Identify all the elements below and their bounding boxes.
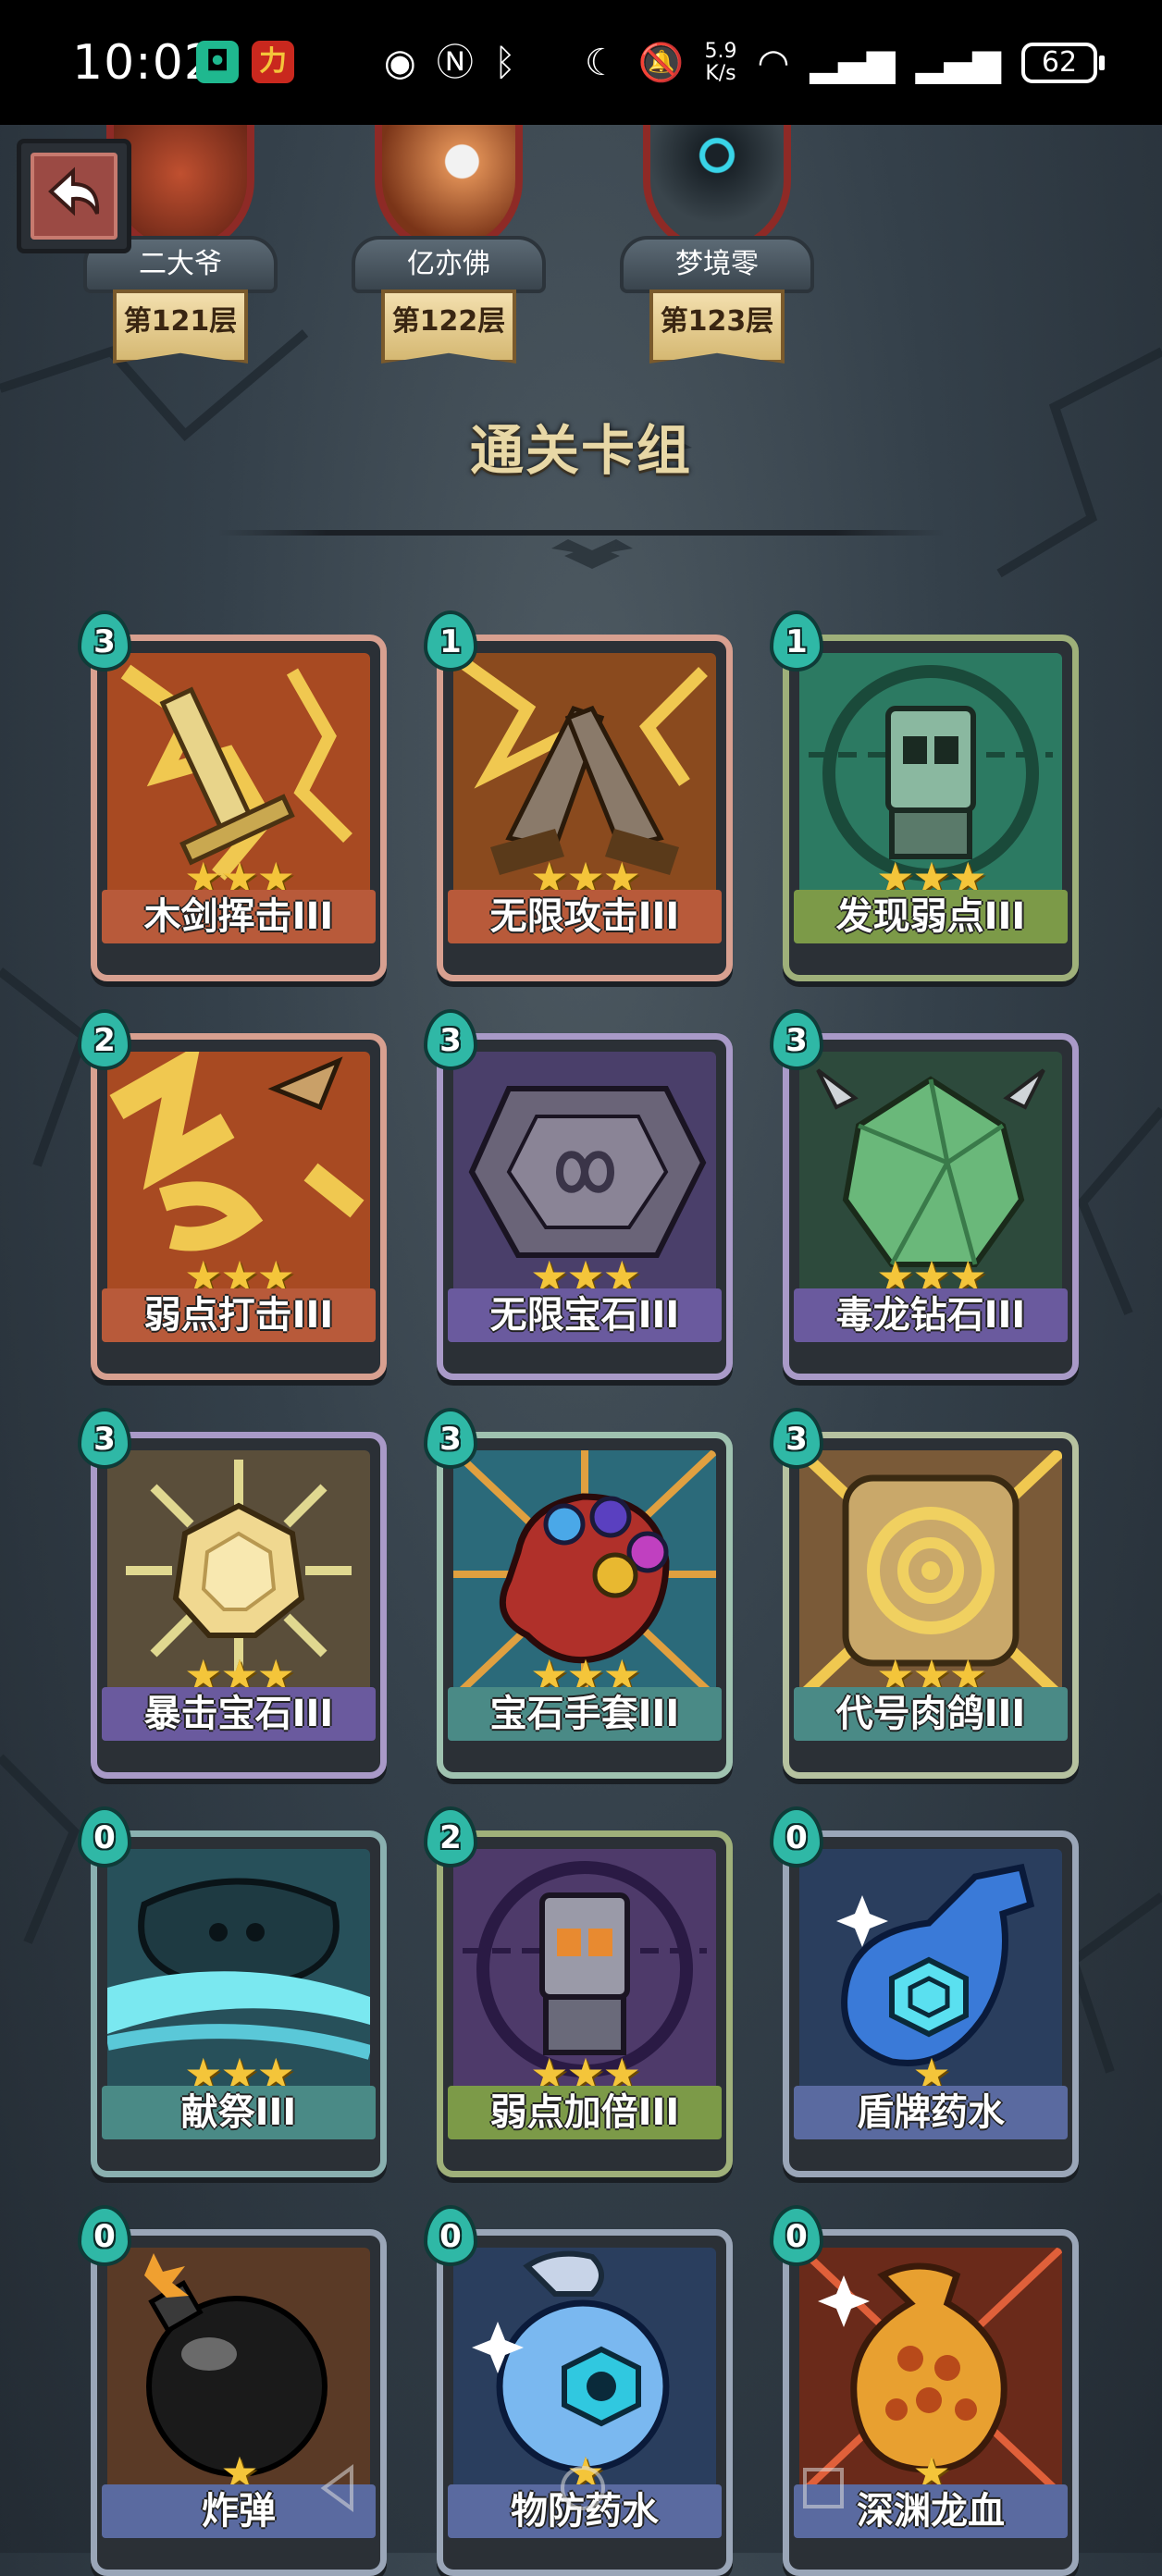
energy-cost-badge: 3 <box>78 1408 131 1469</box>
energy-cost: 1 <box>785 623 808 660</box>
card[interactable]: ★★★ 无限宝石III 3 <box>424 1009 733 1380</box>
energy-cost: 0 <box>439 2218 462 2255</box>
status-time: 10:02 <box>72 35 216 91</box>
card-name: 盾牌药水 <box>794 2086 1068 2139</box>
moon-icon: ☾ <box>584 42 618 84</box>
energy-cost-badge: 0 <box>78 2205 131 2266</box>
energy-cost: 0 <box>93 1819 116 1856</box>
mute-icon: 🔕 <box>637 42 685 84</box>
network-speed-unit: K/s <box>705 62 736 85</box>
title-divider <box>217 530 945 536</box>
wifi-icon: ◠ <box>757 42 790 84</box>
player-avatar <box>375 125 523 254</box>
player-floor: 第121层 <box>113 290 248 364</box>
energy-cost-badge: 3 <box>424 1009 477 1070</box>
player-floor: 第122层 <box>381 290 516 364</box>
nav-recent-icon <box>803 2468 844 2508</box>
card[interactable]: ★ 炸弹 0 <box>78 2205 387 2576</box>
card[interactable]: ★★★ 弱点打击III 2 <box>78 1009 387 1380</box>
back-arrow-icon <box>48 166 100 216</box>
card[interactable]: ★★★ 毒龙钻石III 3 <box>770 1009 1079 1380</box>
card[interactable]: ★★★ 暴击宝石III 3 <box>78 1408 387 1779</box>
player-avatar <box>643 125 791 254</box>
eye-icon: ◉ <box>383 42 416 84</box>
app-notification-icon: ◘ <box>196 41 239 83</box>
energy-cost: 3 <box>439 1022 462 1059</box>
card[interactable]: ★★★ 木剑挥击III 3 <box>78 610 387 981</box>
bluetooth-icon: ᛒ <box>493 42 516 84</box>
energy-cost-badge: 0 <box>424 2205 477 2266</box>
signal-icon: ▂▄▆ <box>810 42 896 84</box>
battery-icon: 62 <box>1021 43 1105 83</box>
player-name: 亿亦佛 <box>352 236 546 293</box>
card-name: 弱点加倍III <box>448 2086 722 2139</box>
energy-cost-badge: 3 <box>770 1009 823 1070</box>
game-notification-icon: 力 <box>252 41 294 83</box>
energy-cost-badge: 0 <box>770 1806 823 1867</box>
card-name: 无限攻击III <box>448 890 722 943</box>
card[interactable]: ★★★ 献祭III 0 <box>78 1806 387 2177</box>
card[interactable]: ★★★ 宝石手套III 3 <box>424 1408 733 1779</box>
network-speed-value: 5.9 <box>704 40 737 63</box>
energy-cost: 1 <box>439 623 462 660</box>
energy-cost: 0 <box>93 2218 116 2255</box>
energy-cost-badge: 3 <box>78 610 131 672</box>
energy-cost-badge: 2 <box>424 1806 477 1867</box>
status-bar: 10:02 ◘ 力 ◉ Ⓝ ᛒ ☾ 🔕 5.9 K/s ◠ ▂▄▆ ▂▄▆ 62 <box>0 0 1162 125</box>
energy-cost: 2 <box>439 1819 462 1856</box>
card-name: 无限宝石III <box>448 1288 722 1342</box>
energy-cost: 3 <box>439 1421 462 1458</box>
card[interactable]: ★ 深渊龙血 0 <box>770 2205 1079 2576</box>
status-icons: ◉ Ⓝ ᛒ ☾ 🔕 5.9 K/s ◠ ▂▄▆ ▂▄▆ 62 <box>383 35 1105 91</box>
card[interactable]: ★★★ 代号肉鸽III 3 <box>770 1408 1079 1779</box>
nfc-icon: Ⓝ <box>436 42 474 84</box>
energy-cost-badge: 1 <box>770 610 823 672</box>
energy-cost: 3 <box>93 1421 116 1458</box>
card-name: 暴击宝石III <box>102 1687 376 1741</box>
network-speed: 5.9 K/s <box>705 41 737 85</box>
card-name: 代号肉鸽III <box>794 1687 1068 1741</box>
energy-cost-badge: 3 <box>424 1408 477 1469</box>
energy-cost-badge: 3 <box>770 1408 823 1469</box>
nav-home-icon <box>561 2466 605 2510</box>
energy-cost: 3 <box>93 623 116 660</box>
energy-cost-badge: 2 <box>78 1009 131 1070</box>
card-name: 木剑挥击III <box>102 890 376 943</box>
card-name: 献祭III <box>102 2086 376 2139</box>
section-title: 通关卡组 <box>469 419 692 482</box>
card[interactable]: ★★★ 发现弱点III 1 <box>770 610 1079 981</box>
energy-cost: 0 <box>785 1819 808 1856</box>
battery-level: 62 <box>1041 46 1078 79</box>
player-entry[interactable]: 梦境零 第123层 <box>611 125 823 375</box>
card[interactable]: ★★★ 弱点加倍III 2 <box>424 1806 733 2177</box>
energy-cost-badge: 0 <box>770 2205 823 2266</box>
card[interactable]: ★ 物防药水 0 <box>424 2205 733 2576</box>
signal-2-icon: ▂▄▆ <box>915 42 1001 84</box>
player-entry[interactable]: 亿亦佛 第122层 <box>342 125 555 375</box>
player-name: 梦境零 <box>620 236 814 293</box>
energy-cost-badge: 1 <box>424 610 477 672</box>
energy-cost-badge: 0 <box>78 1806 131 1867</box>
card[interactable]: ★ 盾牌药水 0 <box>770 1806 1079 2177</box>
back-button[interactable] <box>17 139 131 253</box>
energy-cost: 3 <box>785 1421 808 1458</box>
player-floor: 第123层 <box>649 290 785 364</box>
energy-cost: 3 <box>785 1022 808 1059</box>
card-name: 毒龙钻石III <box>794 1288 1068 1342</box>
card[interactable]: ★★★ 无限攻击III 1 <box>424 610 733 981</box>
card-name: 发现弱点III <box>794 890 1068 943</box>
card-name: 宝石手套III <box>448 1687 722 1741</box>
nav-back-icon <box>320 2464 353 2512</box>
energy-cost: 2 <box>93 1022 116 1059</box>
card-name: 弱点打击III <box>102 1288 376 1342</box>
energy-cost: 0 <box>785 2218 808 2255</box>
